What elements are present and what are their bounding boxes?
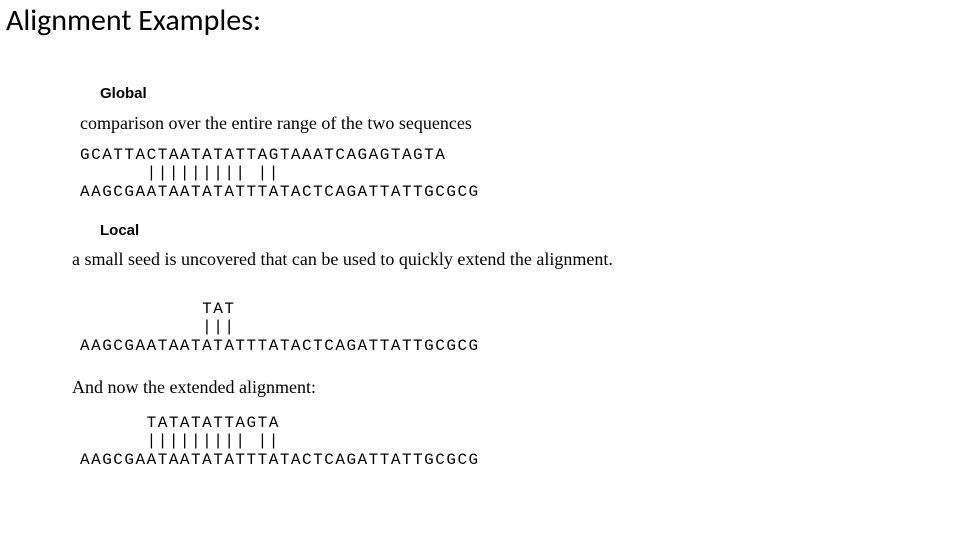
global-description: comparison over the entire range of the …: [80, 112, 472, 135]
page-title: Alignment Examples:: [6, 2, 261, 39]
local-description: a small seed is uncovered that can be us…: [72, 248, 712, 271]
extended-seq1: TATATATTAGTA: [80, 414, 480, 432]
local-section-label: Local: [100, 222, 139, 239]
global-alignment-block: GCATTACTAATATATTAGTAAATCAGAGTAGTA ||||||…: [80, 146, 480, 201]
extended-match-bars: ||||||||| ||: [80, 432, 480, 450]
local-seq1: TAT: [80, 300, 480, 318]
local-match-bars: |||: [80, 318, 480, 336]
global-match-bars: ||||||||| ||: [80, 164, 480, 182]
extended-description: And now the extended alignment:: [72, 376, 316, 399]
global-section-label: Global: [100, 85, 147, 102]
global-seq2: AAGCGAATAATATATTTATACTCAGATTATTGCGCG: [80, 183, 480, 201]
local-alignment-block: TAT |||AAGCGAATAATATATTTATACTCAGATTATTGC…: [80, 300, 480, 355]
extended-alignment-block: TATATATTAGTA ||||||||| ||AAGCGAATAATATAT…: [80, 414, 480, 469]
local-seq2: AAGCGAATAATATATTTATACTCAGATTATTGCGCG: [80, 337, 480, 355]
global-seq1: GCATTACTAATATATTAGTAAATCAGAGTAGTA: [80, 146, 480, 164]
extended-seq2: AAGCGAATAATATATTTATACTCAGATTATTGCGCG: [80, 451, 480, 469]
